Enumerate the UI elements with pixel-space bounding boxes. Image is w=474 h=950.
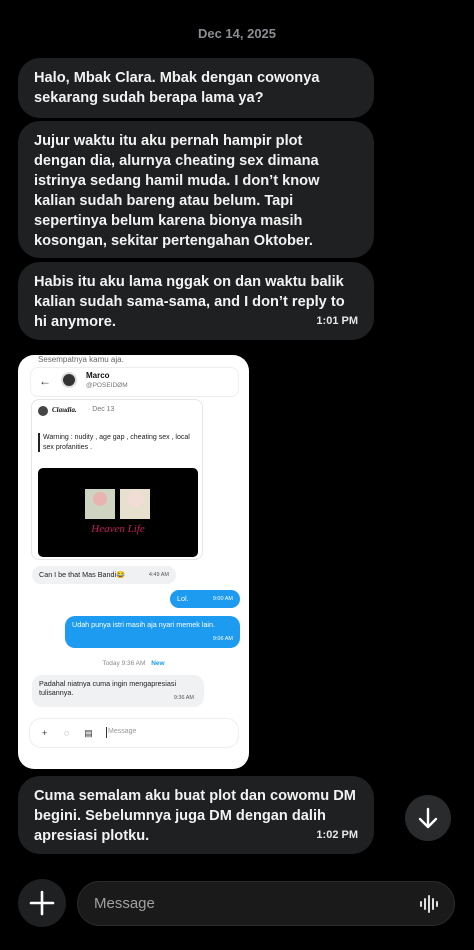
avatar (61, 372, 77, 388)
scroll-to-bottom-button[interactable] (405, 795, 451, 841)
screenshot-handle: @POSEIDØM (86, 382, 128, 389)
dm-received-message: Padahal niatnya cuma ingin mengapresiasi… (32, 675, 204, 707)
arrow-down-icon (418, 807, 438, 829)
plus-icon (29, 890, 55, 916)
dm-received-message: Can I be that Mas Bandi😂 4:49 AM (32, 566, 176, 584)
screenshot-compose-bar: + ◌ ▤ Message (29, 718, 239, 748)
quoted-post-card: Claudia. · Dec 13 Warning : nudity , age… (31, 399, 203, 560)
post-author: Claudia. (52, 406, 77, 414)
today-label: Today (102, 660, 120, 667)
dm-text: Lol. (177, 594, 189, 603)
message-bubble[interactable]: Jujur waktu itu aku pernah hampir plot d… (18, 121, 374, 258)
dm-text: Padahal niatnya cuma ingin mengapresiasi… (39, 679, 177, 697)
message-time: 1:01 PM (316, 315, 358, 327)
text-caret (106, 727, 107, 738)
post-date: · Dec 13 (88, 406, 115, 413)
attach-button[interactable] (18, 879, 66, 927)
screenshot-username: Marco (86, 371, 110, 380)
dm-text: Can I be that Mas Bandi😂 (39, 570, 126, 579)
screenshot-dm-header: ← Marco @POSEIDØM (30, 367, 239, 397)
post-image: Heaven Life (38, 468, 198, 557)
gif-icon: ◌ (63, 728, 70, 738)
dm-time: 9:00 AM (212, 596, 233, 602)
today-time: 9:36 AM (121, 660, 146, 667)
dm-time: 9:06 AM (212, 636, 233, 642)
dm-sent-message: Udah punya istri masih aja nyari memek l… (65, 616, 240, 648)
plus-icon: + (41, 728, 48, 738)
date-separator: Dec 14, 2025 (197, 26, 277, 41)
dm-today-divider: Today 9:36 AM New (28, 660, 239, 667)
dm-text: Udah punya istri masih aja nyari memek l… (72, 620, 216, 629)
image-icon: ▤ (84, 728, 93, 738)
message-input-bar[interactable] (77, 881, 455, 926)
message-input[interactable] (94, 882, 394, 925)
flower-right (128, 491, 144, 507)
screenshot-cut-text: Sesempatnya kamu aja. (38, 355, 124, 364)
new-label: New (151, 660, 165, 667)
message-bubble[interactable]: Habis itu aku lama nggak on dan waktu ba… (18, 262, 374, 340)
post-image-caption: Heaven Life (91, 523, 145, 535)
post-warning-text: Warning : nudity , age gap , cheating se… (38, 433, 200, 452)
message-text: Habis itu aku lama nggak on dan waktu ba… (34, 274, 345, 330)
message-bubble[interactable]: Halo, Mbak Clara. Mbak dengan cowonya se… (18, 58, 374, 118)
message-text: Halo, Mbak Clara. Mbak dengan cowonya se… (34, 70, 320, 106)
dm-time: 4:49 AM (148, 572, 169, 578)
flower-left (93, 492, 107, 506)
message-time: 1:02 PM (316, 829, 358, 841)
screenshot-compose-placeholder: Message (108, 728, 137, 735)
shared-screenshot-image[interactable]: Sesempatnya kamu aja. ← Marco @POSEIDØM … (18, 355, 249, 769)
message-bubble[interactable]: Cuma semalam aku buat plot dan cowomu DM… (18, 776, 374, 854)
dm-sent-message: Lol. 9:00 AM (170, 590, 240, 608)
dm-time: 9:36 AM (173, 695, 194, 701)
post-avatar (38, 406, 48, 416)
voice-wave-icon[interactable] (418, 893, 440, 915)
message-text: Jujur waktu itu aku pernah hampir plot d… (34, 133, 320, 249)
back-arrow-icon: ← (39, 374, 51, 388)
message-text: Cuma semalam aku buat plot dan cowomu DM… (34, 788, 356, 844)
